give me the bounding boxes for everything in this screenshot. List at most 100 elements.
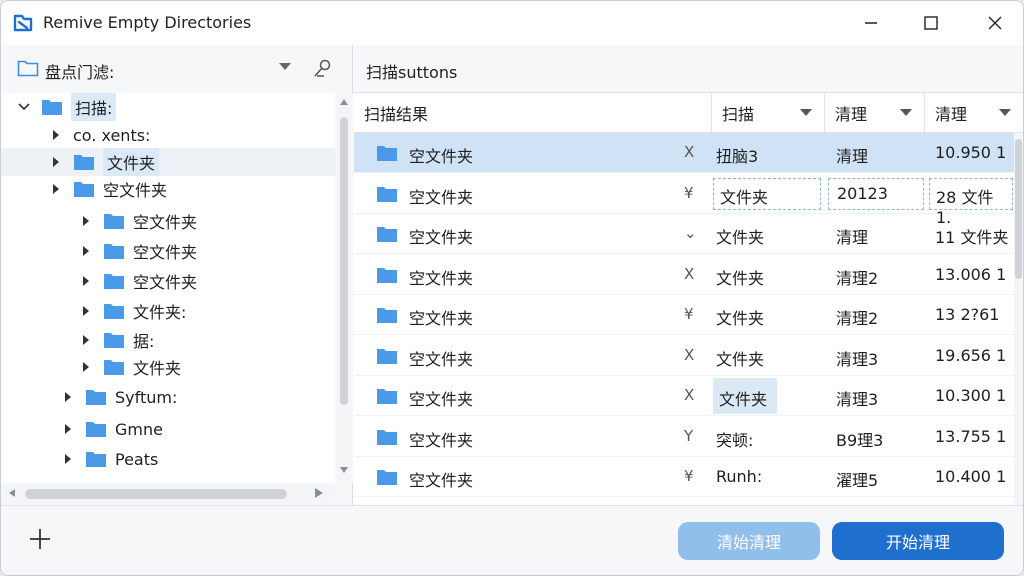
tree-item[interactable]: Gmne [61,415,163,443]
row-action-icon[interactable]: X [684,346,694,364]
folder-icon [103,212,125,230]
chevron-right-icon[interactable] [61,423,75,435]
row-action-icon[interactable]: ¥ [684,184,694,202]
chevron-right-icon[interactable] [49,156,63,168]
location-selector[interactable]: 盘点门滤: [1,45,353,93]
result-clean-value: 清理 [836,147,869,166]
result-row[interactable]: 空文件夹 X 文件夹 清理2 13.006 1 [354,255,1014,295]
chevron-right-icon[interactable] [49,129,63,141]
result-scan-value[interactable]: 文件夹 [713,177,821,210]
tree-item[interactable]: 空文件夹 [49,175,167,203]
add-icon[interactable] [27,526,53,552]
result-name: 空文件夹 [409,268,474,288]
result-scan-value: 突顿: [716,430,754,450]
app-icon [13,14,33,32]
row-action-icon[interactable]: ¥ [684,467,694,485]
column-header-name[interactable]: 扫描结果 [354,93,712,133]
result-row[interactable]: 空文件夹 X 文件夹 清理3 10.300 1 [354,376,1014,416]
chevron-right-icon[interactable] [79,215,93,227]
result-size-value: 10.950 1 [935,143,1007,162]
tree-item[interactable]: 文件夹: [79,297,186,325]
chevron-right-icon[interactable] [79,275,93,287]
column-header-clean[interactable]: 清理 [825,93,925,133]
tree-item[interactable]: 据: [79,326,154,354]
folder-icon [103,358,125,376]
folder-icon [376,306,398,328]
close-icon [988,16,1002,30]
column-header-scan[interactable]: 扫描 [712,93,825,133]
tree-item[interactable]: 文件夹 [79,353,181,381]
tree-item-label: 空文件夹 [133,243,198,262]
result-scan-value: 文件夹 [716,268,765,288]
row-action-icon[interactable]: Y [684,427,693,445]
scroll-thumb[interactable] [340,117,348,405]
result-row[interactable]: 空文件夹 ¥ Runh: 濯理5 10.400 1 [354,457,1014,497]
result-size-value[interactable]: 28 文件1. [929,177,1013,227]
scan-results-pane: 扫描suttons 扫描结果 扫描 清理 清理 空文件夹 X 扭脑3 清理 10.950… [354,45,1023,505]
result-name: 空文件夹 [409,147,474,166]
folder-icon [376,144,398,166]
start-clean-button[interactable]: 开始清理 [832,522,1004,560]
chevron-right-icon[interactable] [61,453,75,465]
tree-item[interactable]: Syftum: [61,383,177,411]
chevron-right-icon[interactable] [79,305,93,317]
result-size-value: 10.400 1 [935,467,1007,486]
row-action-icon[interactable]: X [684,143,694,161]
scroll-right-icon[interactable] [315,488,323,498]
tree-item[interactable]: co. xents: [49,121,150,149]
result-row[interactable]: 空文件夹 Y 突顿: B9理3 13.755 1 [354,417,1014,457]
folder-icon [103,302,125,320]
user-search-icon[interactable] [313,58,333,78]
maximize-button[interactable] [911,9,951,37]
folder-tree: 扫描: co. xents: 文件夹 空文件夹 空文件夹 空文件夹 空文件夹 文件夹: 据: 文件… [1,93,335,483]
scroll-thumb[interactable] [25,489,287,499]
result-row[interactable]: 空文件夹 X 扭脑3 清理 10.950 1 [354,133,1014,173]
results-vertical-scrollbar[interactable] [1014,133,1023,505]
row-action-icon[interactable]: X [684,386,694,404]
chevron-down-icon[interactable] [279,63,291,71]
tree-item[interactable]: 文件夹 [1,148,335,176]
tree-item-label: Gmne [115,419,163,439]
tree-item[interactable]: 空文件夹 [79,267,197,295]
folder-icon [376,468,398,490]
folder-tree-pane: 盘点门滤: 扫描: co. xents: 文件夹 空文件夹 空文件夹 空文件夹 空文件夹 文件… [1,45,353,505]
result-row[interactable]: 空文件夹 ¥ 文件夹 清理2 13 2?61 [354,295,1014,335]
folder-icon [73,180,95,198]
minimize-button[interactable] [851,9,891,37]
scroll-up-icon[interactable] [340,99,348,105]
chevron-right-icon[interactable] [79,361,93,373]
result-scan-value: 文件夹 [716,349,765,369]
chevron-right-icon[interactable] [79,334,93,346]
tree-vertical-scrollbar[interactable] [335,93,353,483]
chevron-right-icon[interactable] [49,183,63,195]
tree-item[interactable]: Peats [61,445,158,473]
chevron-right-icon[interactable] [61,391,75,403]
result-clean-value[interactable]: 20123 [828,177,924,210]
close-button[interactable] [975,9,1015,37]
folder-outline-icon [17,60,39,77]
scroll-left-icon[interactable] [9,489,15,497]
row-action-icon[interactable]: ⌄ [684,224,697,242]
chevron-down-icon[interactable] [17,103,31,111]
result-row[interactable]: 空文件夹 X 文件夹 清理3 19.656 1 [354,336,1014,376]
result-name[interactable]: 空文件夹 [409,184,473,208]
column-headers: 扫描结果 扫描 清理 清理 [354,93,1023,133]
clear-button[interactable]: 清始清理 [678,522,820,560]
tree-item-label: 文件夹 [133,359,182,378]
tree-horizontal-scrollbar[interactable] [1,483,335,503]
row-action-icon[interactable]: X [684,265,694,283]
folder-icon [85,420,107,438]
tree-item[interactable]: 扫描: [17,93,117,121]
tree-item-label: 据: [133,332,155,351]
result-row[interactable]: 空文件夹 ⌄ 文件夹 清理 11 文件夹 [354,214,1014,254]
result-size-value: 19.656 1 [935,345,1007,365]
scroll-thumb[interactable] [1015,139,1022,279]
column-header-clean-2[interactable]: 清理 [925,93,1023,133]
scroll-down-icon[interactable] [340,467,348,473]
row-action-icon[interactable]: ¥ [684,305,694,323]
chevron-right-icon[interactable] [79,245,93,257]
result-row[interactable]: 空文件夹 ¥ 文件夹 20123 28 文件1. [354,174,1014,227]
tree-item[interactable]: 空文件夹 [79,207,197,235]
result-clean-value: 清理 [836,228,869,247]
tree-item[interactable]: 空文件夹 [79,237,197,265]
